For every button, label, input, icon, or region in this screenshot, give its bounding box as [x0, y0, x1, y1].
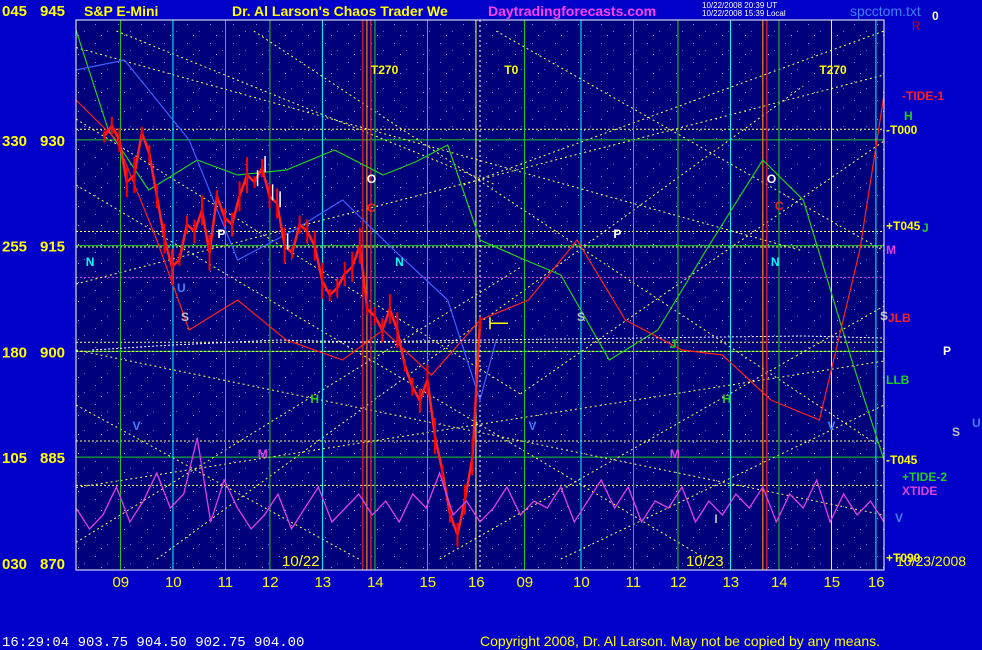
- x-hour-label: 13: [722, 574, 739, 591]
- time-marker-label: T270: [371, 63, 399, 77]
- site-link[interactable]: Daytradingforecasts.com: [488, 3, 656, 19]
- data-file-suffix: 0: [932, 9, 939, 23]
- last-quote: 16:29:04 903.75 904.50 902.75 904.00: [2, 635, 304, 650]
- x-hour-label: 16: [468, 574, 485, 591]
- right-label: XTIDE: [902, 484, 937, 498]
- chart-letter: O: [767, 172, 776, 186]
- chart-letter: N: [86, 255, 95, 269]
- right-label: J: [922, 221, 929, 235]
- chart-letter: N: [395, 255, 404, 269]
- chart-letter: V: [133, 419, 141, 433]
- x-hour-label: 16: [868, 574, 885, 591]
- x-hour-label: 14: [367, 574, 384, 591]
- chart-letter: S: [577, 310, 585, 324]
- right-label: P: [943, 344, 951, 358]
- chart-window: OCPNNJHHMMSSVVVUOCPIN 330 930 255 915 180 900…: [0, 0, 982, 650]
- right-label: +TIDE-2: [902, 470, 947, 484]
- chart-letter: U: [177, 281, 186, 295]
- x-hour-label: 09: [112, 574, 129, 591]
- chart-letter: I: [714, 512, 717, 526]
- time-marker-label: T270: [819, 63, 847, 77]
- chart-letter: M: [670, 447, 680, 461]
- data-file-name: spcctom.txt: [850, 3, 921, 19]
- right-label: LLB: [886, 373, 910, 387]
- x-hour-label: 15: [823, 574, 840, 591]
- y-tick-label: 915: [40, 239, 65, 256]
- date-label: 10/23: [686, 553, 724, 570]
- x-hour-label: 13: [314, 574, 331, 591]
- y-left-tick-label: 255: [2, 239, 27, 256]
- right-label: JLB: [888, 311, 911, 325]
- y-left-tick-label: 330: [2, 133, 27, 150]
- chart-letter: V: [528, 419, 536, 433]
- x-hour-label: 11: [217, 574, 233, 591]
- y-left-tick-label: 105: [2, 450, 27, 467]
- right-label: +T090: [886, 551, 921, 565]
- right-label: -T045: [886, 453, 918, 467]
- chart-letter: M: [258, 447, 268, 461]
- chart-letter: J: [670, 337, 677, 351]
- chart-letter: C: [775, 199, 784, 213]
- right-label: -T000: [886, 123, 918, 137]
- right-label: +T045: [886, 219, 921, 233]
- x-hour-label: 09: [516, 574, 533, 591]
- x-hour-label: 10: [573, 574, 590, 591]
- right-label: H: [904, 109, 913, 123]
- chart-letter: P: [217, 227, 225, 241]
- x-hour-label: 12: [670, 574, 687, 591]
- y-left-tick-label: 030: [2, 556, 27, 573]
- y-tick-label: 930: [40, 133, 65, 150]
- right-label: S: [952, 425, 960, 439]
- time-marker-label: T0: [504, 63, 518, 77]
- y-tick-label: 885: [40, 450, 65, 467]
- chart-title: Dr. Al Larson's Chaos Trader We: [232, 3, 448, 19]
- instrument-title: S&P E-Mini: [84, 3, 158, 19]
- chart-letter: O: [367, 172, 376, 186]
- right-label: V: [895, 511, 903, 525]
- right-label: U: [972, 416, 981, 430]
- x-hour-label: 15: [419, 574, 436, 591]
- y-tick-label: 900: [40, 344, 65, 361]
- chart-letter: P: [613, 227, 621, 241]
- chart-letter: C: [367, 201, 376, 215]
- copyright: Copyright 2008, Dr. Al Larson. May not b…: [480, 633, 880, 649]
- left-tick-top-a: 045: [2, 3, 27, 20]
- y-tick-label: 870: [40, 556, 65, 573]
- right-label: -TIDE-1: [902, 89, 944, 103]
- x-hour-label: 12: [262, 574, 279, 591]
- y-tick-top: 945: [40, 3, 65, 20]
- right-label: M: [886, 243, 896, 257]
- y-left-tick-label: 180: [2, 344, 27, 361]
- top-right-letter: R: [912, 19, 921, 33]
- x-hour-label: 14: [771, 574, 788, 591]
- chart-letter: H: [722, 392, 731, 406]
- chart-letter: S: [181, 310, 189, 324]
- chaos-trader-chart: OCPN NJH HM MS SV V VUOCPIN 330 930255 915180 900…: [2, 1, 981, 650]
- date-label: 10/22: [282, 553, 320, 570]
- chart-letter: N: [771, 255, 780, 269]
- x-hour-label: 10: [165, 574, 182, 591]
- x-hour-label: 11: [626, 574, 642, 591]
- timestamp-local: 10/22/2008 15:39 Local: [702, 9, 786, 18]
- chart-letter: V: [827, 419, 835, 433]
- chart-letter: H: [310, 392, 319, 406]
